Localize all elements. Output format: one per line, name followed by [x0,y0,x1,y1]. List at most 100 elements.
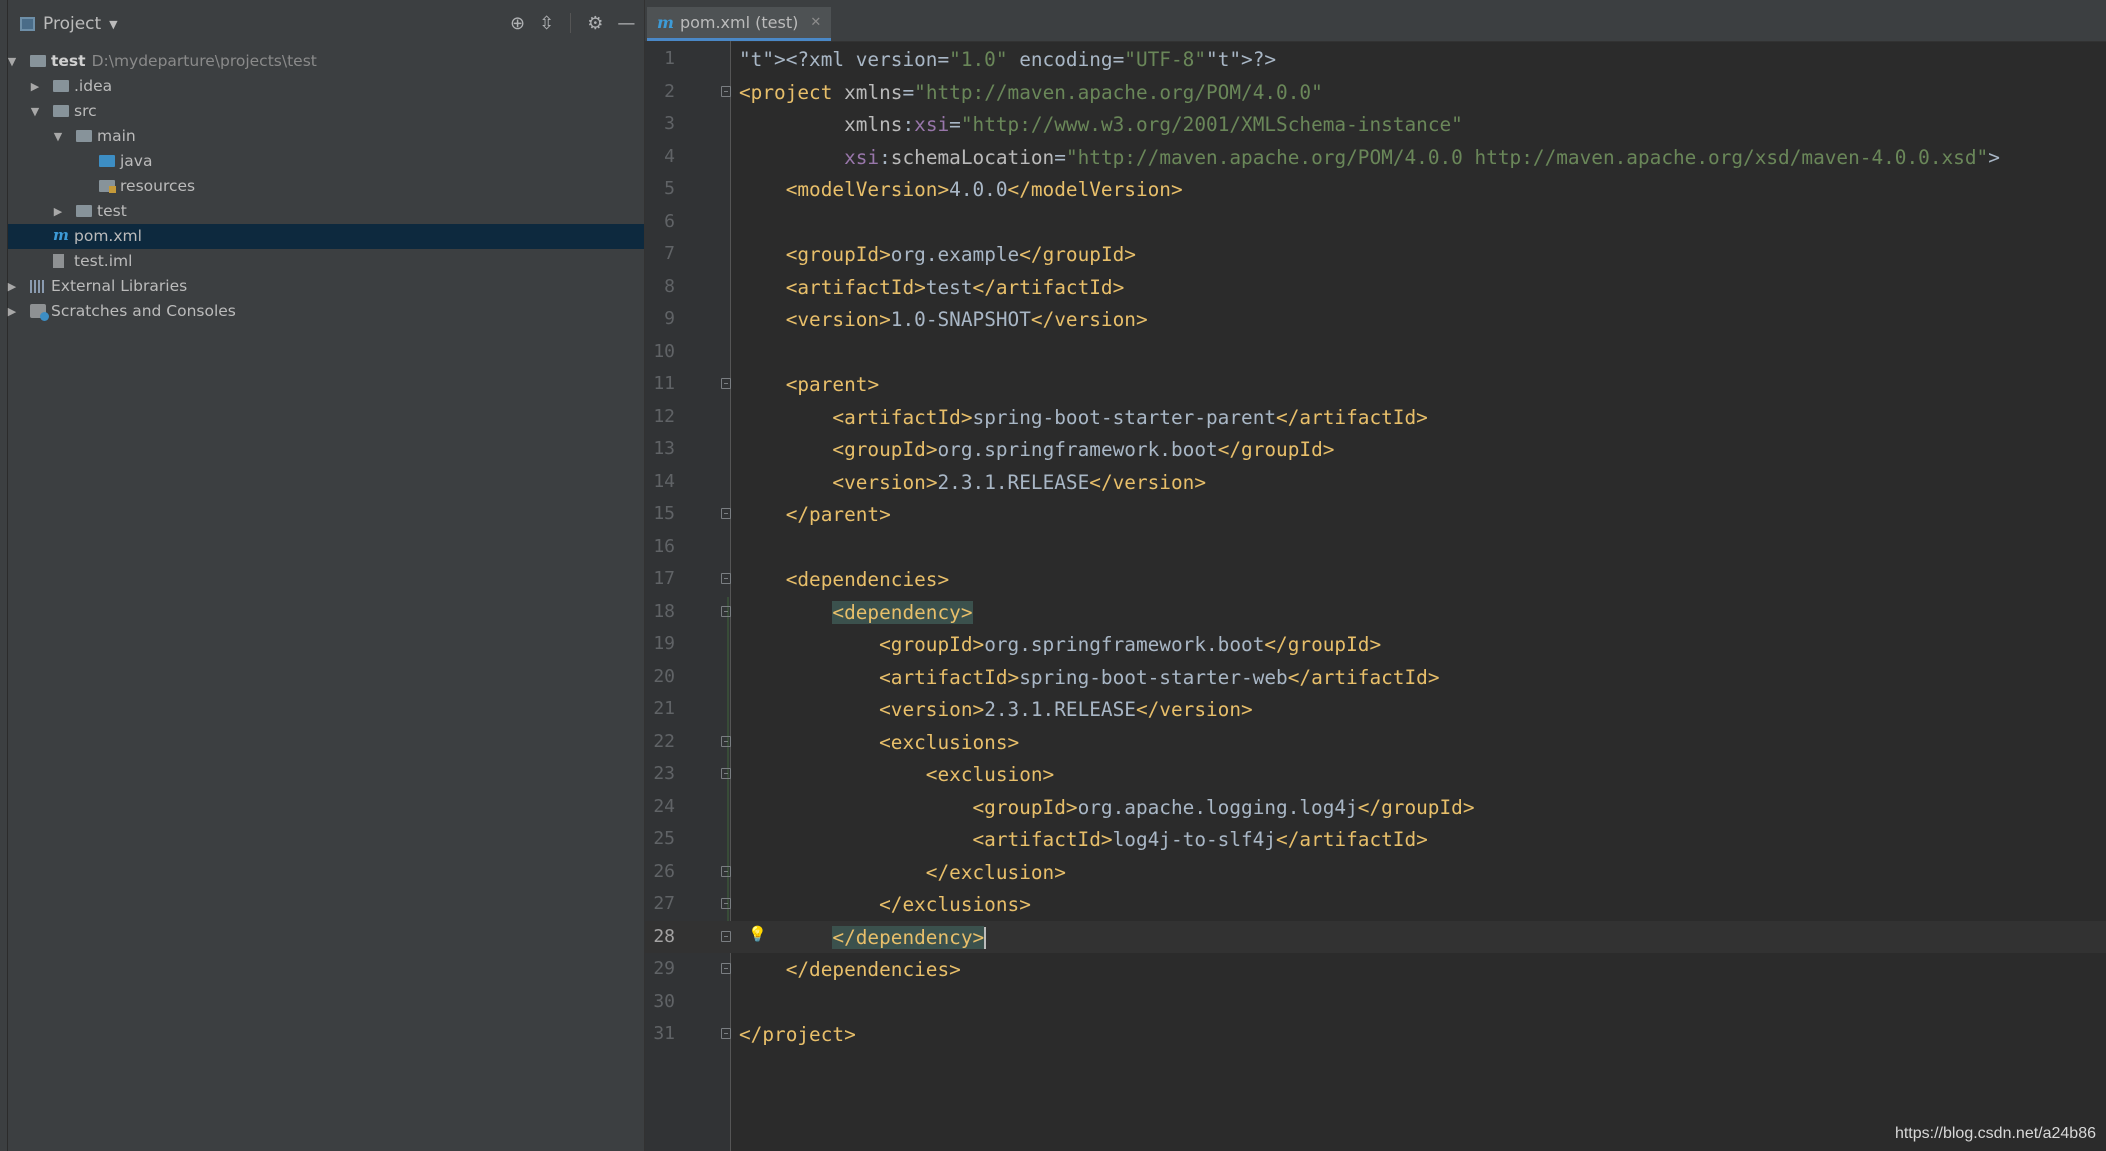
code-text: <exclusions> [879,730,1020,754]
code-line[interactable]: 30 [645,986,2106,1018]
line-number: 3 [664,113,675,134]
code-line[interactable]: 27 </exclusions> [645,888,2106,920]
code-text: <dependencies> [785,568,950,591]
tree-item[interactable]: ▼ main [8,124,644,149]
code-line[interactable]: 2 <project xmlns="http://maven.apache.org… [645,76,2106,108]
code-line[interactable]: 29 </dependencies> [645,953,2106,985]
fold-icon[interactable] [721,865,731,877]
code-line[interactable]: 8 <artifactId>test</artifactId> [645,271,2106,303]
project-tree: ▼ test D:\mydeparture\projects\test ▶ .idea ▼… [8,49,644,324]
code-line[interactable]: 26 </exclusion> [645,856,2106,888]
code-line[interactable]: 22 <exclusions> [645,726,2106,758]
code-line[interactable]: 15 </parent> [645,498,2106,530]
tree-item[interactable]: test.iml [8,249,644,274]
chevron-down-icon: ▼ [109,17,118,31]
code-line[interactable]: 25 <artifactId>log4j-to-slf4j</artifactI… [645,823,2106,855]
fold-icon[interactable] [721,1028,731,1039]
code-text: <parent> [785,373,880,396]
code-text: <artifactId>spring-boot-starter-parent</… [832,405,1428,429]
fold-icon[interactable] [721,735,731,747]
fold-icon[interactable] [721,85,731,97]
line-number: 29 [653,958,675,979]
code-line[interactable]: 3 xmlns:xsi="http://www.w3.org/2001/XMLS… [645,108,2106,140]
code-line[interactable]: 24 <groupId>org.apache.logging.log4j</gr… [645,791,2106,823]
tree-item[interactable]: java [8,149,644,174]
tree-item-label: resources [120,177,196,195]
code-line[interactable]: 21 <version>2.3.1.RELEASE</version> [645,693,2106,725]
code-line[interactable]: 20 <artifactId>spring-boot-starter-web</… [645,661,2106,693]
tree-item[interactable]: m pom.xml [8,224,644,249]
fold-icon[interactable] [721,898,731,909]
fold-icon[interactable] [721,930,731,942]
tab-label: pom.xml (test) [679,13,799,32]
code-line[interactable]: 6 [645,206,2106,238]
code-line[interactable]: 4 xsi:schemaLocation="http://maven.apach… [645,141,2106,173]
close-icon[interactable]: ✕ [810,15,821,30]
code-line[interactable]: 12 <artifactId>spring-boot-starter-paren… [645,401,2106,433]
project-panel-title: Project [43,14,102,34]
chevron-down-icon[interactable]: ▼ [52,124,64,149]
fold-icon[interactable] [721,963,731,974]
code-line[interactable]: 13 <groupId>org.springframework.boot</gr… [645,433,2106,465]
tree-item[interactable]: resources [8,174,644,199]
fold-icon[interactable] [721,573,731,584]
tree-item[interactable]: ▼ test D:\mydeparture\projects\test [8,49,644,74]
tree-item[interactable]: ▶ .idea [8,74,644,99]
code-line[interactable]: 14 <version>2.3.1.RELEASE</version> [645,466,2106,498]
code-line[interactable]: 28 💡 </dependency> [645,920,2106,953]
gear-icon[interactable]: ⚙ [587,13,603,34]
line-number: 14 [653,470,675,492]
collapse-icon[interactable]: ⇳ [539,13,554,34]
folder-icon [76,205,92,217]
code-line[interactable]: 10 [645,336,2106,368]
chevron-right-icon[interactable]: ▶ [6,299,18,324]
code-line[interactable]: 31 </project> [645,1018,2106,1050]
chevron-down-icon[interactable]: ▼ [6,49,18,74]
code-text: <exclusion> [925,763,1055,786]
code-line[interactable]: 17 <dependencies> [645,563,2106,595]
chevron-right-icon[interactable]: ▶ [6,274,18,299]
line-number: 23 [653,763,675,784]
code-line[interactable]: 1 "t"><?xml version="1.0" encoding="UTF-8… [645,43,2106,75]
tree-item[interactable]: ▶ test [8,199,644,224]
fold-icon[interactable] [721,378,731,389]
tree-item-label: java [120,152,153,170]
tree-item[interactable]: ▶ Scratches and Consoles [8,299,644,324]
project-panel-header: Project ▼ ⊕ ⇳ ⚙ — [8,0,644,49]
fold-icon[interactable] [721,605,731,617]
code-text: </dependencies> [785,958,961,981]
tab-pom-xml[interactable]: m pom.xml (test) ✕ [647,7,832,41]
tree-item-label: main [97,127,136,145]
line-number: 31 [653,1023,675,1044]
fold-icon[interactable] [721,768,731,779]
chevron-down-icon[interactable]: ▼ [29,99,41,124]
fold-icon[interactable] [721,508,731,519]
locate-icon[interactable]: ⊕ [510,13,525,34]
code-line[interactable]: 11 <parent> [645,368,2106,400]
code-line[interactable]: 9 <version>1.0-SNAPSHOT</version> [645,303,2106,335]
code-line[interactable]: 16 [645,531,2106,563]
tree-item-label: Scratches and Consoles [51,302,236,320]
module-folder-icon [30,55,46,67]
code-line[interactable]: 5 <modelVersion>4.0.0</modelVersion> [645,173,2106,205]
tree-item[interactable]: ▼ src [8,99,644,124]
tree-item[interactable]: ▶ External Libraries [8,274,644,299]
tree-item-label: test.iml [74,252,133,270]
chevron-right-icon[interactable]: ▶ [52,199,64,224]
chevron-right-icon[interactable]: ▶ [29,74,41,99]
code-line[interactable]: 23 <exclusion> [645,758,2106,790]
minimize-icon[interactable]: — [617,13,635,34]
resources-folder-icon [99,180,116,193]
line-number: 16 [653,535,675,557]
editor-area: m pom.xml (test) ✕ 1 "t"><?xml version="1… [645,0,2106,1151]
line-number: 27 [653,893,675,914]
code-text: </dependency> [832,925,987,949]
project-view-selector[interactable]: Project ▼ [20,14,118,34]
code-line[interactable]: 7 <groupId>org.example</groupId> [645,238,2106,270]
line-number: 1 [664,48,675,69]
code-line[interactable]: 19 <groupId>org.springframework.boot</gr… [645,628,2106,660]
code-line[interactable]: 18 <dependency> [645,596,2106,628]
line-number: 2 [664,80,675,102]
code-text: <dependency> [832,600,973,624]
tree-item-label: External Libraries [51,277,188,295]
